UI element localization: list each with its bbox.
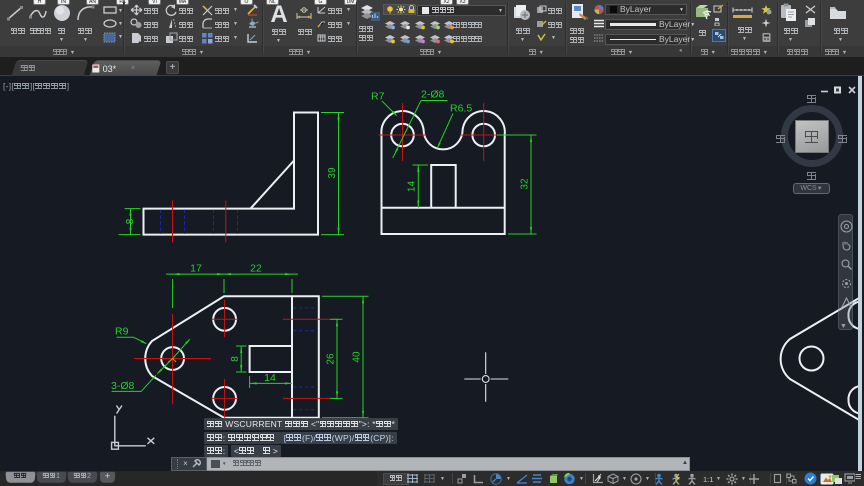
svg-text:14: 14 bbox=[264, 372, 276, 384]
svg-text:17: 17 bbox=[190, 263, 202, 275]
svg-text:8: 8 bbox=[230, 356, 241, 362]
svg-text:32: 32 bbox=[520, 178, 531, 190]
svg-text:26: 26 bbox=[326, 353, 337, 365]
svg-text:R9: R9 bbox=[115, 326, 129, 338]
svg-text:8: 8 bbox=[125, 218, 136, 224]
svg-text:22: 22 bbox=[250, 263, 262, 275]
svg-text:R6.5: R6.5 bbox=[450, 103, 472, 115]
svg-text:14: 14 bbox=[407, 181, 418, 193]
svg-text:2-Ø8: 2-Ø8 bbox=[421, 89, 445, 101]
svg-text:39: 39 bbox=[327, 167, 338, 179]
svg-text:R7: R7 bbox=[371, 91, 385, 103]
svg-text:40: 40 bbox=[352, 351, 363, 363]
svg-text:3-Ø8: 3-Ø8 bbox=[111, 380, 135, 392]
